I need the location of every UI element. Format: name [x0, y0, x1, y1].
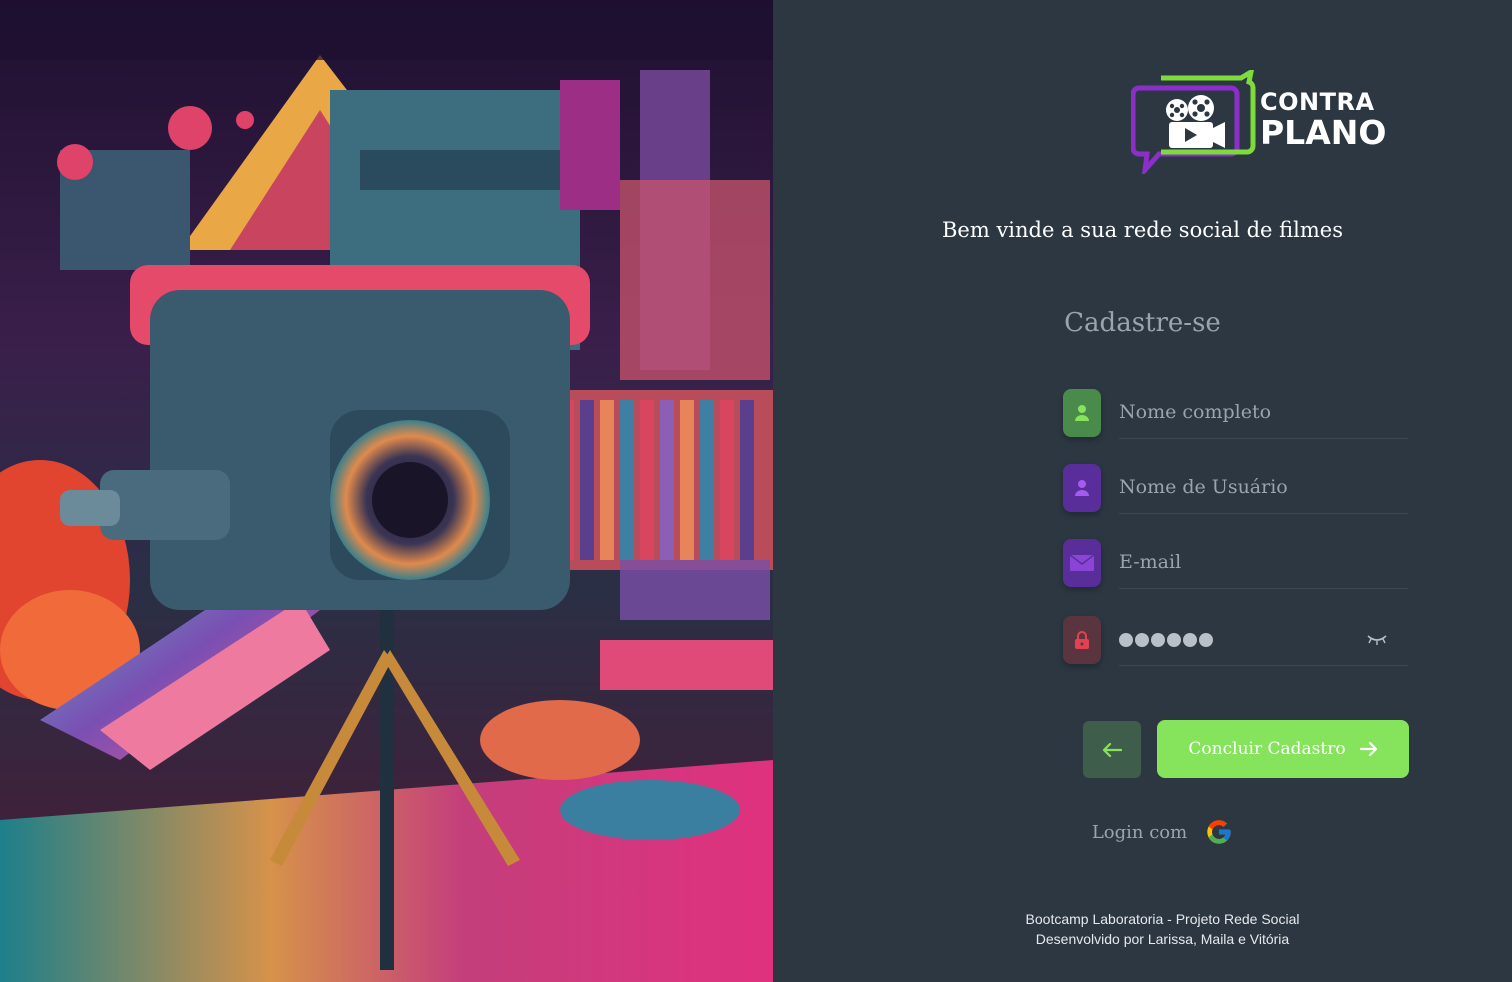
brand-logo: CONTRA PLANO: [1130, 66, 1386, 178]
email-field: [1063, 539, 1408, 589]
submit-button-label: Concluir Cadastro: [1188, 739, 1346, 759]
password-field: [1063, 616, 1408, 666]
signup-panel: CONTRA PLANO Bem vinde a sua rede social…: [773, 0, 1512, 982]
cinema-artwork: [0, 0, 773, 982]
cinema-artwork-illustration: [0, 0, 773, 982]
full-name-field: [1063, 389, 1408, 439]
welcome-text: Bem vinde a sua rede social de filmes: [942, 218, 1343, 242]
lock-icon: [1063, 616, 1101, 664]
email-input[interactable]: [1119, 551, 1359, 573]
full-name-input[interactable]: [1119, 401, 1359, 423]
footer-line-2: Desenvolvido por Larissa, Maila e Vitóri…: [1035, 931, 1290, 947]
film-camera-chat-icon: [1130, 66, 1256, 178]
field-underline: [1119, 588, 1408, 589]
page-title: Cadastre-se: [1064, 308, 1221, 338]
footer-line-1: Bootcamp Laboratoria - Projeto Rede Soci…: [1025, 911, 1300, 927]
google-login[interactable]: Login com: [773, 818, 1512, 846]
brand-wordmark: CONTRA PLANO: [1260, 90, 1386, 149]
submit-signup-button[interactable]: Concluir Cadastro: [1157, 720, 1409, 778]
envelope-icon: [1063, 539, 1101, 587]
username-field: [1063, 464, 1408, 514]
brand-line-1: CONTRA: [1260, 88, 1375, 116]
brand-line-2: PLANO: [1260, 113, 1387, 152]
back-button[interactable]: [1083, 721, 1141, 778]
user-icon: [1063, 464, 1101, 512]
google-icon[interactable]: [1205, 818, 1233, 846]
password-input[interactable]: [1119, 633, 1213, 647]
field-underline: [1119, 665, 1408, 666]
eye-closed-icon[interactable]: [1366, 632, 1388, 651]
field-underline: [1119, 513, 1408, 514]
footer: Bootcamp Laboratoria - Projeto Rede Soci…: [793, 909, 1512, 949]
arrow-left-icon: [1102, 742, 1122, 757]
field-underline: [1119, 438, 1408, 439]
signup-page: CONTRA PLANO Bem vinde a sua rede social…: [0, 0, 1512, 982]
login-label: Login com: [1091, 821, 1188, 843]
arrow-right-icon: [1359, 742, 1377, 756]
user-icon: [1063, 389, 1101, 437]
username-input[interactable]: [1119, 476, 1359, 498]
